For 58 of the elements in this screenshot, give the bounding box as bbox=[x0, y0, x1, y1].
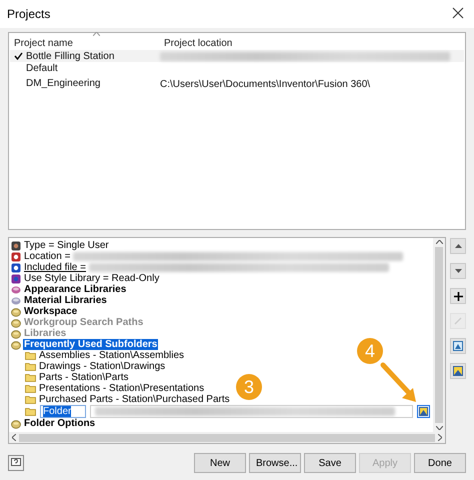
down-button[interactable] bbox=[450, 263, 466, 279]
up-button[interactable] bbox=[450, 238, 466, 254]
horizontal-scrollbar[interactable] bbox=[9, 432, 445, 443]
setting-label: Location = bbox=[23, 251, 72, 262]
sort-caret-icon bbox=[93, 32, 100, 36]
dialog-button[interactable]: Browse... bbox=[249, 453, 301, 473]
project-row[interactable]: Bottle Filling Station bbox=[10, 50, 464, 62]
folder-icon bbox=[25, 395, 36, 404]
pencil-icon bbox=[454, 317, 462, 325]
help-icon bbox=[11, 458, 21, 468]
window-title: Projects bbox=[7, 7, 50, 21]
subfolder-item[interactable]: Parts - Station\Parts bbox=[38, 372, 130, 383]
project-name: Default bbox=[26, 62, 58, 74]
scroll-up-icon[interactable] bbox=[436, 240, 442, 244]
check-icon bbox=[14, 52, 23, 60]
dialog-button[interactable]: New bbox=[194, 453, 246, 473]
browse-folder-button[interactable] bbox=[417, 405, 430, 418]
arrow-down-icon bbox=[454, 269, 462, 273]
tree-group[interactable]: Appearance Libraries bbox=[23, 284, 128, 295]
subfolder-item[interactable]: Assemblies - Station\Assemblies bbox=[38, 350, 186, 361]
project-name: DM_Engineering bbox=[26, 78, 100, 88]
scroll-right-icon[interactable] bbox=[438, 434, 442, 441]
folder-name-input[interactable]: Folder bbox=[40, 405, 86, 418]
arrow-up-icon bbox=[454, 244, 462, 248]
setting-label: Type = Single User bbox=[23, 240, 110, 251]
scroll-left-icon[interactable] bbox=[12, 434, 16, 441]
close-button[interactable] bbox=[452, 7, 466, 21]
help-button[interactable] bbox=[8, 455, 24, 471]
folder-icon bbox=[25, 373, 36, 382]
dialog-button[interactable]: Save bbox=[304, 453, 356, 473]
scroll-down-icon[interactable] bbox=[436, 426, 442, 430]
included-file-link[interactable]: Included file = bbox=[23, 262, 87, 273]
folder-pick-icon bbox=[453, 341, 463, 351]
vertical-scrollbar[interactable] bbox=[433, 238, 445, 432]
project-name: Bottle Filling Station bbox=[26, 50, 114, 62]
image-button[interactable] bbox=[450, 363, 466, 379]
tree-group[interactable]: Workspace bbox=[23, 306, 78, 317]
tree-group[interactable]: Folder Options bbox=[23, 418, 96, 429]
folder-icon bbox=[25, 407, 36, 416]
tree-group[interactable]: Material Libraries bbox=[23, 295, 108, 306]
folder-browse-icon bbox=[419, 407, 428, 416]
close-icon bbox=[452, 7, 464, 19]
image-icon bbox=[453, 366, 463, 376]
project-row[interactable]: Default bbox=[10, 62, 464, 74]
dialog-button[interactable]: Done bbox=[414, 453, 466, 473]
folder-icon bbox=[25, 384, 36, 393]
tree-group[interactable]: Frequently Used Subfolders bbox=[23, 339, 158, 350]
subfolder-item[interactable]: Drawings - Station\Drawings bbox=[38, 361, 166, 372]
folder-icon bbox=[25, 362, 36, 371]
column-header[interactable]: Project location bbox=[160, 38, 464, 48]
setting-label: Use Style Library = Read-Only bbox=[23, 273, 160, 284]
column-header[interactable]: Project name bbox=[10, 38, 160, 48]
pick-button[interactable] bbox=[450, 338, 466, 354]
folder-path-field[interactable] bbox=[90, 405, 413, 418]
subfolder-item[interactable]: Presentations - Station\Presentations bbox=[38, 383, 206, 394]
subfolder-item[interactable]: Purchased Parts - Station\Purchased Parts bbox=[38, 394, 231, 405]
plus-icon bbox=[454, 292, 462, 300]
add-button[interactable] bbox=[450, 288, 466, 304]
